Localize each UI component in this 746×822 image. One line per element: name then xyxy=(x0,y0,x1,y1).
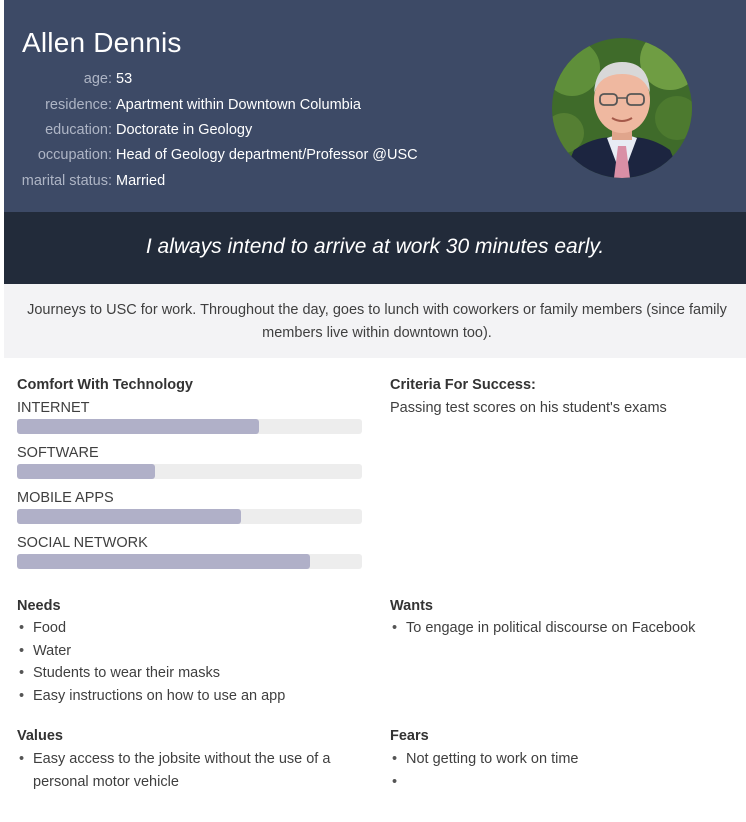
values-line-2: personal motor vehicle xyxy=(33,773,179,790)
quote-band: I always intend to arrive at work 30 min… xyxy=(4,212,746,284)
wants-list: To engage in political discourse on Face… xyxy=(390,617,695,640)
info-label-age: age: xyxy=(83,71,112,87)
bar-track-mobile-apps xyxy=(17,509,362,524)
values-title: Values xyxy=(17,728,63,744)
bar-label-internet: INTERNET xyxy=(17,400,90,416)
list-item: Water xyxy=(17,640,285,663)
bar-fill-social-network xyxy=(17,554,311,569)
bar-track-internet xyxy=(17,419,362,434)
info-label-residence: residence: xyxy=(45,97,112,113)
list-item: Easy instructions on how to use an app xyxy=(17,685,285,708)
list-item: To engage in political discourse on Face… xyxy=(390,617,695,640)
wants-title: Wants xyxy=(390,598,433,614)
journey-text: Journeys to USC for work. Throughout the… xyxy=(27,302,727,341)
persona-photo xyxy=(552,38,692,178)
info-value-education: Doctorate in Geology xyxy=(116,122,253,138)
info-value-marital-status: Married xyxy=(116,173,166,189)
list-item: Students to wear their masks xyxy=(17,662,285,685)
fears-list: Not getting to work on time xyxy=(390,748,578,793)
info-label-marital-status: marital status: xyxy=(21,173,112,189)
bar-track-social-network xyxy=(17,554,362,569)
persona-quote: I always intend to arrive at work 30 min… xyxy=(145,235,605,258)
needs-title: Needs xyxy=(17,598,61,614)
values-list: Easy access to the jobsite without the u… xyxy=(17,748,330,793)
info-label-education: education: xyxy=(45,122,112,138)
bar-fill-software xyxy=(17,464,155,479)
info-value-occupation: Head of Geology department/Professor @US… xyxy=(116,147,418,163)
persona-header: Allen Dennis age: 53 residence: Apartmen… xyxy=(4,0,746,212)
values-line-1: Easy access to the jobsite without the u… xyxy=(33,751,331,767)
list-item xyxy=(390,771,578,794)
success-text: Passing test scores on his student's exa… xyxy=(390,400,667,416)
info-label-occupation: occupation: xyxy=(37,147,112,163)
info-value-residence: Apartment within Downtown Columbia xyxy=(116,97,361,113)
info-value-age: 53 xyxy=(116,71,133,87)
list-item: Easy access to the jobsite without the u… xyxy=(17,748,330,793)
bar-label-social-network: SOCIAL NETWORK xyxy=(17,535,148,551)
fears-title: Fears xyxy=(390,728,429,744)
bar-fill-mobile-apps xyxy=(17,509,242,524)
journey-section: Journeys to USC for work. Throughout the… xyxy=(4,284,746,358)
list-item: Not getting to work on time xyxy=(390,748,578,771)
technology-title: Comfort With Technology xyxy=(17,377,193,393)
success-title: Criteria For Success: xyxy=(390,377,536,393)
bar-label-mobile-apps: MOBILE APPS xyxy=(17,490,114,506)
list-item: Food xyxy=(17,617,285,640)
needs-list: Food Water Students to wear their masks … xyxy=(17,617,285,707)
persona-name: Allen Dennis xyxy=(22,27,182,58)
bar-track-software xyxy=(17,464,362,479)
bar-label-software: SOFTWARE xyxy=(17,445,99,461)
bar-fill-internet xyxy=(17,419,259,434)
